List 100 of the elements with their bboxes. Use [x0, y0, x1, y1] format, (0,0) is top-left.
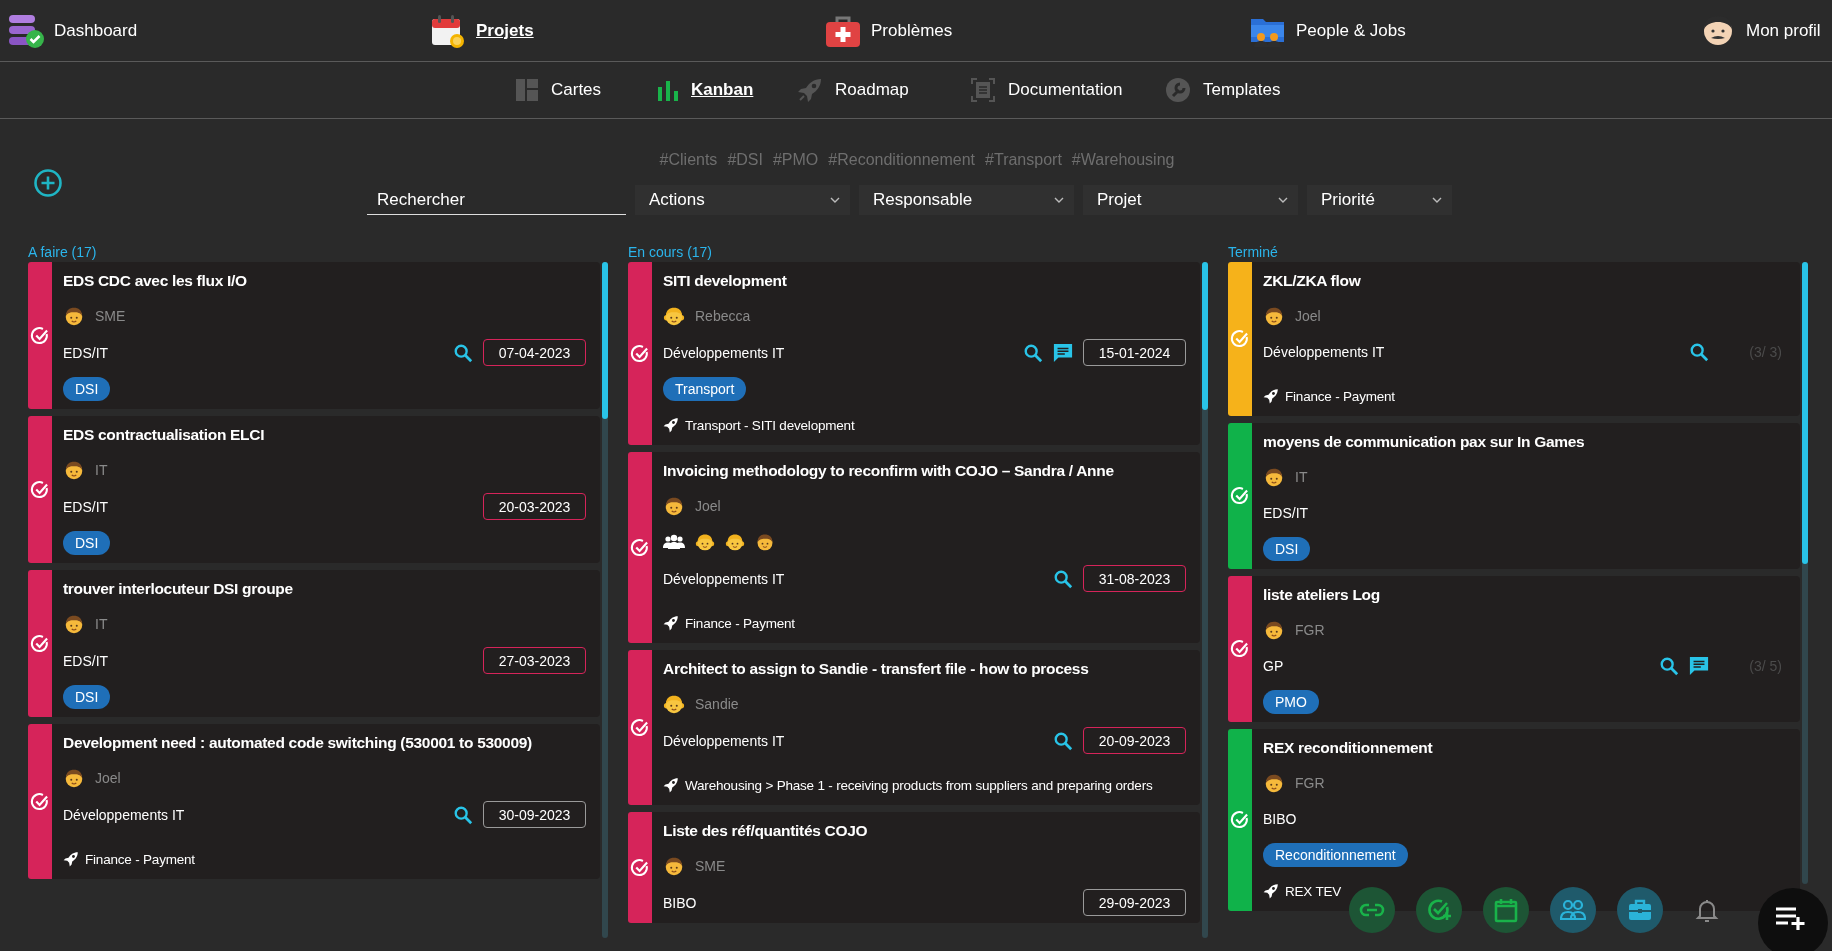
scrollbar-thumb[interactable] [1802, 262, 1808, 564]
check-circle-icon [30, 633, 50, 654]
check-circle-icon [30, 791, 50, 812]
check-circle-icon [1230, 639, 1250, 659]
assignee-name: Joel [95, 770, 121, 786]
card-title: EDS contractualisation ELCI [63, 425, 266, 445]
filter-dropdown[interactable]: Projet [1083, 185, 1298, 215]
scrollbar-thumb[interactable] [1202, 262, 1208, 410]
database-check-icon [8, 12, 44, 49]
list-add-icon [1775, 905, 1807, 931]
calendar-icon [1493, 897, 1519, 923]
group-label: Développements IT [663, 732, 785, 749]
task-card[interactable]: trouver interlocuteur DSI groupe IT EDS/IT 27-03-2023 DSI [28, 570, 600, 717]
task-card[interactable]: SITI development Rebecca Développements IT 15-01-2024 Transport Transport - SITI development [628, 262, 1200, 445]
search-icon[interactable] [453, 342, 473, 363]
scrollbar[interactable] [1202, 262, 1208, 938]
tag-badge: PMO [1263, 690, 1319, 714]
task-card[interactable]: Invoicing methodology to reconfirm with COJO – Sandra / Anne Joel Développements IT 31-08-2023 Finance - Payment [628, 452, 1200, 643]
document-icon [970, 77, 996, 103]
search-icon[interactable] [1689, 342, 1710, 362]
search-icon[interactable] [1023, 342, 1043, 363]
scrollbar[interactable] [1802, 262, 1808, 884]
due-date: 30-09-2023 [483, 801, 586, 828]
card-title: liste ateliers Log [1263, 585, 1381, 605]
calendar-button[interactable] [1483, 887, 1529, 933]
rocket-icon [663, 417, 679, 433]
nav-link[interactable]: Mon profil [1700, 12, 1821, 49]
check-plus-icon [1426, 897, 1452, 923]
task-card[interactable]: moyens de communication pax sur In Games IT EDS/IT DSI [1228, 423, 1800, 569]
subnav-tab[interactable]: Templates [1165, 77, 1281, 103]
card-title: Development need : automated code switching (530001 to 530009) [63, 733, 533, 753]
assignee-name: IT [95, 462, 108, 478]
assignee-name: Joel [695, 498, 721, 514]
search-icon[interactable] [1053, 730, 1073, 751]
due-date: 31-08-2023 [1083, 565, 1186, 592]
task-card[interactable]: Liste des réf/quantités COJO SME BIBO 29-09-2023 [628, 812, 1200, 923]
group-icon [663, 534, 685, 550]
task-card[interactable]: REX reconditionnement FGR BIBO Reconditionnement REX TEV [1228, 729, 1800, 911]
plus-circle-icon [33, 168, 63, 198]
check-circle-icon [630, 343, 650, 364]
add-button[interactable] [33, 168, 63, 198]
group-label: Développements IT [1263, 344, 1385, 360]
group-label: GP [1263, 658, 1284, 674]
check-circle-icon [30, 325, 50, 346]
tag-badge: DSI [63, 685, 111, 709]
group-label: EDS/IT [63, 344, 109, 361]
task-card[interactable]: EDS CDC avec les flux I/O SME EDS/IT 07-04-2023 DSI [28, 262, 600, 409]
task-card[interactable]: Development need : automated code switching (530001 to 530009) Joel Développements IT 30-09-2023 Finance - Payment [28, 724, 600, 879]
team-button[interactable] [1550, 887, 1596, 933]
tag-badge: DSI [1263, 537, 1311, 561]
link-button[interactable] [1349, 887, 1395, 933]
chevron-down-icon [1278, 197, 1288, 203]
search-field[interactable]: Rechercher [367, 185, 626, 215]
nav-link[interactable]: Dashboard [8, 12, 138, 49]
card-title: EDS CDC avec les flux I/O [63, 271, 248, 291]
search-icon[interactable] [453, 804, 473, 825]
rocket-icon [663, 615, 679, 631]
filter-dropdown[interactable]: Priorité [1307, 185, 1452, 215]
rocket-icon [663, 777, 679, 793]
briefcase-icon [1627, 897, 1653, 923]
bell-icon [1694, 897, 1720, 923]
layout-icon [515, 78, 539, 102]
add-task-button[interactable] [1416, 887, 1462, 933]
task-card[interactable]: Architect to assign to Sandie - transfert file - how to process Sandie Développements IT 20-09-2023 Warehousing > Phase 1 - receiving products from suppliers and preparing orders [628, 650, 1200, 805]
nav-link[interactable]: Projets [430, 12, 534, 49]
nav-link[interactable]: Problèmes [825, 12, 953, 49]
filter-dropdown[interactable]: Actions [635, 185, 850, 215]
rocket-icon [63, 851, 79, 867]
project-name: Finance - Payment [85, 851, 195, 867]
card-title: Invoicing methodology to reconfirm with COJO – Sandra / Anne [663, 461, 1115, 481]
group-label: Développements IT [63, 806, 185, 823]
search-icon[interactable] [1053, 568, 1073, 589]
comment-icon[interactable] [1053, 342, 1073, 363]
scrollbar[interactable] [602, 262, 608, 938]
due-date: 29-09-2023 [1083, 889, 1186, 916]
subnav-tab[interactable]: Documentation [970, 77, 1123, 103]
subnav-tab[interactable]: Kanban [657, 79, 754, 101]
project-name: REX TEV [1285, 883, 1342, 899]
assignee-name: SME [95, 308, 126, 324]
project-name: Finance - Payment [1285, 388, 1395, 404]
task-card[interactable]: EDS contractualisation ELCI IT EDS/IT 20-03-2023 DSI [28, 416, 600, 563]
group-label: BIBO [1263, 811, 1297, 827]
add-list-button[interactable] [1758, 888, 1828, 951]
scrollbar-thumb[interactable] [602, 262, 608, 419]
comment-icon[interactable] [1689, 656, 1710, 676]
calendar-icon [430, 12, 466, 49]
group-label: EDS/IT [1263, 505, 1309, 521]
jobs-button[interactable] [1617, 887, 1663, 933]
column-title: En cours (17) [628, 243, 714, 262]
nav-link[interactable]: People & Jobs [1250, 12, 1406, 49]
filter-dropdown[interactable]: Responsable [859, 185, 1074, 215]
assignee-name: IT [95, 616, 108, 632]
subnav-tab[interactable]: Cartes [515, 78, 602, 102]
check-circle-icon [1230, 329, 1250, 349]
subnav-tab[interactable]: Roadmap [797, 77, 909, 103]
search-icon[interactable] [1659, 656, 1680, 676]
group-label: Développements IT [663, 344, 785, 361]
due-date: 20-09-2023 [1083, 727, 1186, 754]
rocket-icon [797, 77, 823, 103]
tag-badge: Transport [663, 377, 747, 401]
